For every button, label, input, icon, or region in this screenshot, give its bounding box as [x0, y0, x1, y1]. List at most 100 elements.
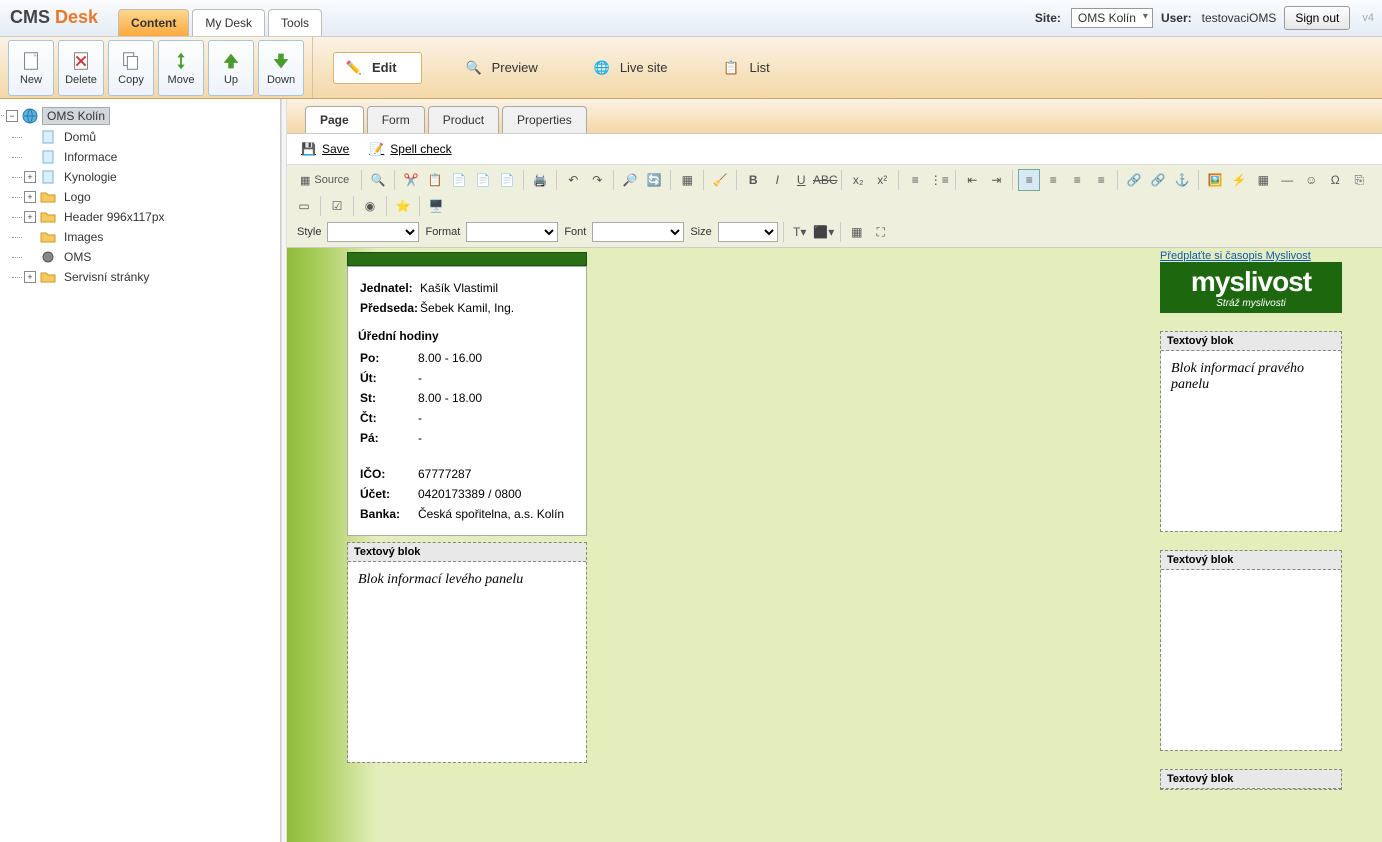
paste-text-button[interactable]: 📄	[472, 169, 494, 191]
ul-button[interactable]: ⋮≡	[928, 169, 950, 191]
underline-button[interactable]: U	[790, 169, 812, 191]
mode-preview[interactable]: 🔍Preview	[452, 52, 550, 84]
tree-root[interactable]: OMS Kolín	[42, 107, 110, 125]
italic-button[interactable]: I	[766, 169, 788, 191]
editor-canvas[interactable]: Jednatel:Kašík Vlastimil Předseda:Šebek …	[287, 248, 1382, 842]
style-label: Style	[297, 226, 321, 238]
align-justify-button[interactable]: ≡	[1090, 169, 1112, 191]
flash-button[interactable]: ⚡	[1228, 169, 1250, 191]
specialchar-button[interactable]: Ω	[1324, 169, 1346, 191]
image-button[interactable]: 🖼️	[1204, 169, 1226, 191]
move-button[interactable]: Move	[158, 40, 204, 96]
text-block-content[interactable]	[1161, 570, 1341, 750]
align-right-button[interactable]: ≡	[1066, 169, 1088, 191]
preview-icon-button[interactable]: 🔍	[367, 169, 389, 191]
tree-item[interactable]: Logo	[60, 189, 95, 205]
maximize-button[interactable]: ⛶	[870, 221, 892, 243]
tab-form[interactable]: Form	[367, 106, 425, 133]
style-select[interactable]	[327, 222, 419, 242]
text-block-content[interactable]: Blok informací pravého panelu	[1161, 351, 1341, 531]
outdent-button[interactable]: ⇤	[961, 169, 983, 191]
paste-word-button[interactable]: 📄	[496, 169, 518, 191]
smiley-button[interactable]: ☺	[1300, 169, 1322, 191]
subscript-button[interactable]: x₂	[847, 169, 869, 191]
font-select[interactable]	[592, 222, 684, 242]
screen-button[interactable]: 🖥️	[425, 195, 447, 217]
table-button[interactable]: ▦	[1252, 169, 1274, 191]
delete-button[interactable]: Delete	[58, 40, 104, 96]
anchor-button[interactable]: ⚓	[1171, 169, 1193, 191]
save-link[interactable]: 💾Save	[301, 142, 349, 156]
tab-product[interactable]: Product	[428, 106, 499, 133]
tab-content[interactable]: Content	[118, 9, 189, 36]
ol-button[interactable]: ≡	[904, 169, 926, 191]
checkbox-button[interactable]: ☑	[326, 195, 348, 217]
tab-page[interactable]: Page	[305, 106, 364, 133]
tree-item[interactable]: Domů	[60, 129, 100, 145]
copy-button[interactable]: Copy	[108, 40, 154, 96]
tab-tools[interactable]: Tools	[268, 9, 322, 36]
expander[interactable]: +	[24, 191, 36, 203]
new-button[interactable]: New	[8, 40, 54, 96]
tree-item[interactable]: Kynologie	[60, 169, 121, 185]
superscript-button[interactable]: x²	[871, 169, 893, 191]
showblocks-button[interactable]: ▦	[846, 221, 868, 243]
user-value: testovaciOMS	[1202, 11, 1277, 25]
link-button[interactable]: 🔗	[1123, 169, 1145, 191]
magazine-link[interactable]: Předplaťte si časopis Myslivost	[1160, 250, 1311, 262]
copy-button[interactable]: 📋	[424, 169, 446, 191]
tab-properties[interactable]: Properties	[502, 106, 587, 133]
spellcheck-link[interactable]: 📝Spell check	[369, 142, 451, 156]
mode-live[interactable]: 🌐Live site	[580, 52, 680, 84]
expander[interactable]: +	[24, 271, 36, 283]
pagebreak-button[interactable]: ⎘	[1348, 169, 1370, 191]
text-block-right-3[interactable]: Textový blok	[1160, 769, 1342, 790]
removeformat-button[interactable]: 🧹	[709, 169, 731, 191]
hr-button[interactable]: —	[1276, 169, 1298, 191]
expander[interactable]: +	[24, 171, 36, 183]
size-select[interactable]	[718, 222, 778, 242]
textcolor-button[interactable]: T▾	[789, 221, 811, 243]
mode-edit[interactable]: ✏️Edit	[333, 52, 422, 84]
cut-button[interactable]: ✂️	[400, 169, 422, 191]
site-selector[interactable]: OMS Kolín	[1071, 8, 1153, 28]
expander[interactable]: +	[24, 211, 36, 223]
mode-list[interactable]: 📋List	[710, 52, 782, 84]
undo-button[interactable]: ↶	[562, 169, 584, 191]
tab-mydesk[interactable]: My Desk	[192, 9, 265, 36]
expander[interactable]: −	[6, 110, 18, 122]
down-button[interactable]: Down	[258, 40, 304, 96]
replace-button[interactable]: 🔄	[643, 169, 665, 191]
tree-item[interactable]: Images	[60, 229, 107, 245]
align-center-button[interactable]: ≡	[1042, 169, 1064, 191]
text-block-right-2[interactable]: Textový blok	[1160, 550, 1342, 751]
up-button[interactable]: Up	[208, 40, 254, 96]
redo-button[interactable]: ↷	[586, 169, 608, 191]
radio-button[interactable]: ◉	[359, 195, 381, 217]
selectall-button[interactable]: ▦	[676, 169, 698, 191]
text-block-right-1[interactable]: Textový blok Blok informací pravého pane…	[1160, 331, 1342, 532]
signout-button[interactable]: Sign out	[1284, 6, 1350, 30]
print-button[interactable]: 🖨️	[529, 169, 551, 191]
paste-button[interactable]: 📄	[448, 169, 470, 191]
star-button[interactable]: ⭐	[392, 195, 414, 217]
strike-button[interactable]: ABC	[814, 169, 836, 191]
header-right: Site: OMS Kolín User: testovaciOMS Sign …	[1035, 6, 1374, 36]
text-block-left[interactable]: Textový blok Blok informací levého panel…	[347, 542, 587, 763]
bgcolor-button[interactable]: ⬛▾	[813, 221, 835, 243]
tree-item[interactable]: Header 996x117px	[60, 209, 169, 225]
magazine-banner[interactable]: myslivost Stráž myslivosti	[1160, 262, 1342, 313]
tree-item[interactable]: OMS	[60, 249, 95, 265]
bold-button[interactable]: B	[742, 169, 764, 191]
align-left-button[interactable]: ≡	[1018, 169, 1040, 191]
find-button[interactable]: 🔎	[619, 169, 641, 191]
unlink-button[interactable]: 🔗	[1147, 169, 1169, 191]
indent-button[interactable]: ⇥	[985, 169, 1007, 191]
form-button[interactable]: ▭	[293, 195, 315, 217]
tree-item[interactable]: Informace	[60, 149, 121, 165]
logo: CMS Desk	[10, 7, 98, 28]
source-button[interactable]: ▦Source	[293, 169, 356, 191]
text-block-content[interactable]: Blok informací levého panelu	[348, 562, 586, 762]
tree-item[interactable]: Servisní stránky	[60, 269, 153, 285]
format-select[interactable]	[466, 222, 558, 242]
